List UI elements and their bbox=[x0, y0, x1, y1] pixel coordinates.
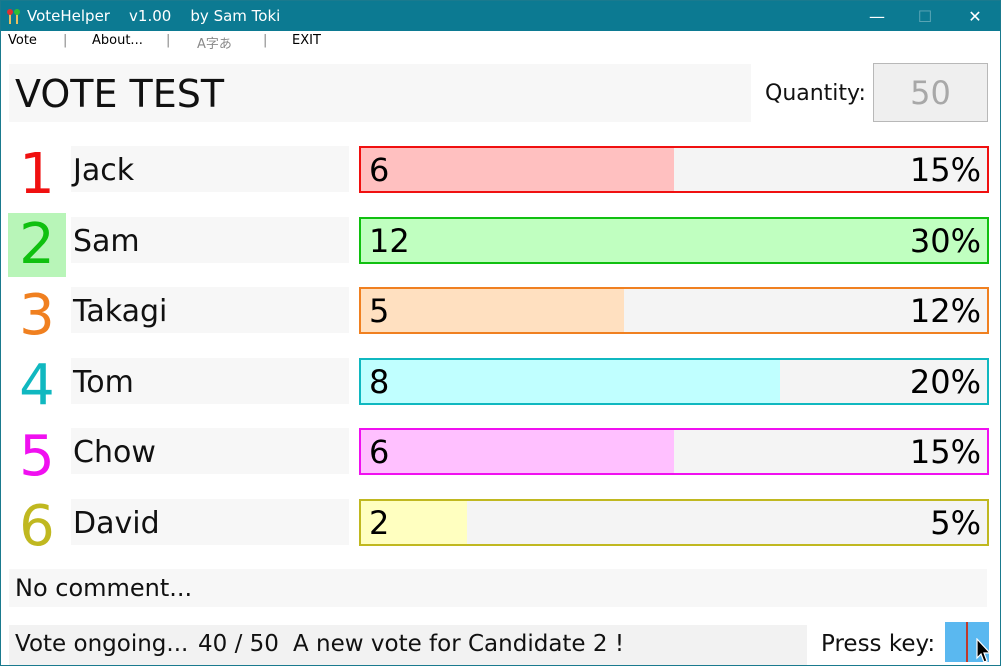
vote-progress: 40 / 50 bbox=[198, 631, 279, 657]
menu-item-about[interactable]: About... bbox=[92, 33, 143, 48]
candidate-name: Sam bbox=[73, 223, 140, 259]
mouse-pointer-icon bbox=[976, 638, 992, 663]
vote-bar: 6 15% bbox=[359, 428, 989, 475]
vote-count: 2 bbox=[369, 503, 390, 542]
candidate-name: Chow bbox=[73, 435, 156, 470]
close-icon: ✕ bbox=[968, 6, 982, 26]
title-bar[interactable]: VoteHelper v1.00 by Sam Toki — ☐ ✕ bbox=[1, 1, 1000, 31]
menu-item-language[interactable]: A字あ bbox=[197, 33, 232, 52]
candidate-name: Takagi bbox=[73, 294, 168, 329]
candidate-name: Tom bbox=[73, 364, 134, 400]
vote-bar-fill bbox=[361, 359, 780, 403]
vote-count: 12 bbox=[369, 221, 410, 260]
maximize-button[interactable]: ☐ bbox=[901, 1, 949, 31]
minimize-button[interactable]: — bbox=[853, 1, 901, 31]
vote-bar: 2 5% bbox=[359, 498, 989, 546]
main-content: VOTE TEST Quantity: 50 1 Jack 6 15% 2 Sam 12 30… bbox=[1, 51, 1000, 665]
vote-count: 5 bbox=[369, 292, 390, 330]
menu-item-vote[interactable]: Vote bbox=[8, 33, 37, 48]
candidate-number: 2 bbox=[8, 212, 66, 277]
candidate-number: 1 bbox=[19, 141, 55, 207]
candidate-number: 6 bbox=[19, 494, 55, 559]
candidate-name: David bbox=[73, 505, 160, 541]
vote-title: VOTE TEST bbox=[15, 72, 225, 116]
quantity-label-panel: Quantity: bbox=[759, 64, 866, 122]
candidate-row: 2 Sam 12 30% bbox=[1, 212, 1000, 277]
menu-separator: | bbox=[63, 33, 68, 48]
menu-separator: | bbox=[263, 33, 268, 48]
vote-bar: 6 15% bbox=[359, 146, 989, 193]
vote-percent: 20% bbox=[909, 362, 981, 401]
vote-percent: 15% bbox=[909, 433, 981, 471]
app-window: VoteHelper v1.00 by Sam Toki — ☐ ✕ Vote … bbox=[0, 0, 1001, 666]
menu-bar: Vote | About... | A字あ | EXIT bbox=[1, 31, 1000, 52]
vote-bar-fill bbox=[361, 430, 674, 473]
comment-text: No comment... bbox=[15, 574, 193, 602]
candidate-name-panel: David bbox=[71, 498, 349, 545]
vote-count: 8 bbox=[369, 362, 390, 401]
window-title: VoteHelper v1.00 by Sam Toki bbox=[27, 7, 281, 25]
vote-title-panel: VOTE TEST bbox=[9, 64, 751, 122]
candidate-name-panel: Chow bbox=[71, 428, 349, 474]
vote-percent: 12% bbox=[909, 292, 981, 330]
status-message: A new vote for Candidate 2 ! bbox=[293, 631, 625, 657]
close-button[interactable]: ✕ bbox=[951, 1, 999, 31]
candidate-number: 5 bbox=[19, 423, 55, 489]
vote-bar-fill bbox=[361, 148, 674, 191]
candidate-number: 4 bbox=[19, 353, 55, 418]
candidate-name: Jack bbox=[73, 153, 135, 188]
vote-count: 6 bbox=[369, 433, 390, 471]
vote-count: 6 bbox=[369, 151, 390, 189]
app-icon bbox=[7, 9, 20, 24]
vote-percent: 30% bbox=[909, 221, 981, 260]
press-key-label: Press key: bbox=[821, 631, 936, 657]
menu-item-exit[interactable]: EXIT bbox=[292, 33, 321, 48]
candidate-name-panel: Tom bbox=[71, 357, 349, 404]
vote-percent: 5% bbox=[930, 503, 981, 542]
vote-bar-fill bbox=[361, 218, 987, 262]
candidate-name-panel: Takagi bbox=[71, 287, 349, 333]
vote-bar: 8 20% bbox=[359, 357, 989, 405]
maximize-icon: ☐ bbox=[917, 6, 933, 26]
menu-separator: | bbox=[166, 33, 171, 48]
vote-state: Vote ongoing... bbox=[15, 631, 189, 657]
candidate-row: 1 Jack 6 15% bbox=[1, 142, 1000, 207]
vote-bar: 12 30% bbox=[359, 216, 989, 264]
quantity-label: Quantity: bbox=[765, 81, 866, 106]
vote-bar-fill bbox=[361, 289, 624, 332]
status-panel: Vote ongoing... 40 / 50 A new vote for C… bbox=[9, 625, 807, 665]
candidate-name-panel: Sam bbox=[71, 216, 349, 263]
quantity-field[interactable]: 50 bbox=[873, 63, 988, 122]
candidate-row: 4 Tom 8 20% bbox=[1, 353, 1000, 418]
comment-panel: No comment... bbox=[9, 569, 987, 607]
candidate-row: 5 Chow 6 15% bbox=[1, 424, 1000, 489]
minimize-icon: — bbox=[869, 6, 885, 26]
candidate-number: 3 bbox=[19, 282, 55, 348]
vote-percent: 15% bbox=[909, 151, 981, 189]
vote-bar: 5 12% bbox=[359, 287, 989, 334]
candidate-name-panel: Jack bbox=[71, 146, 349, 192]
text-caret bbox=[966, 622, 968, 662]
candidate-row: 3 Takagi 5 12% bbox=[1, 283, 1000, 348]
candidate-row: 6 David 2 5% bbox=[1, 494, 1000, 559]
